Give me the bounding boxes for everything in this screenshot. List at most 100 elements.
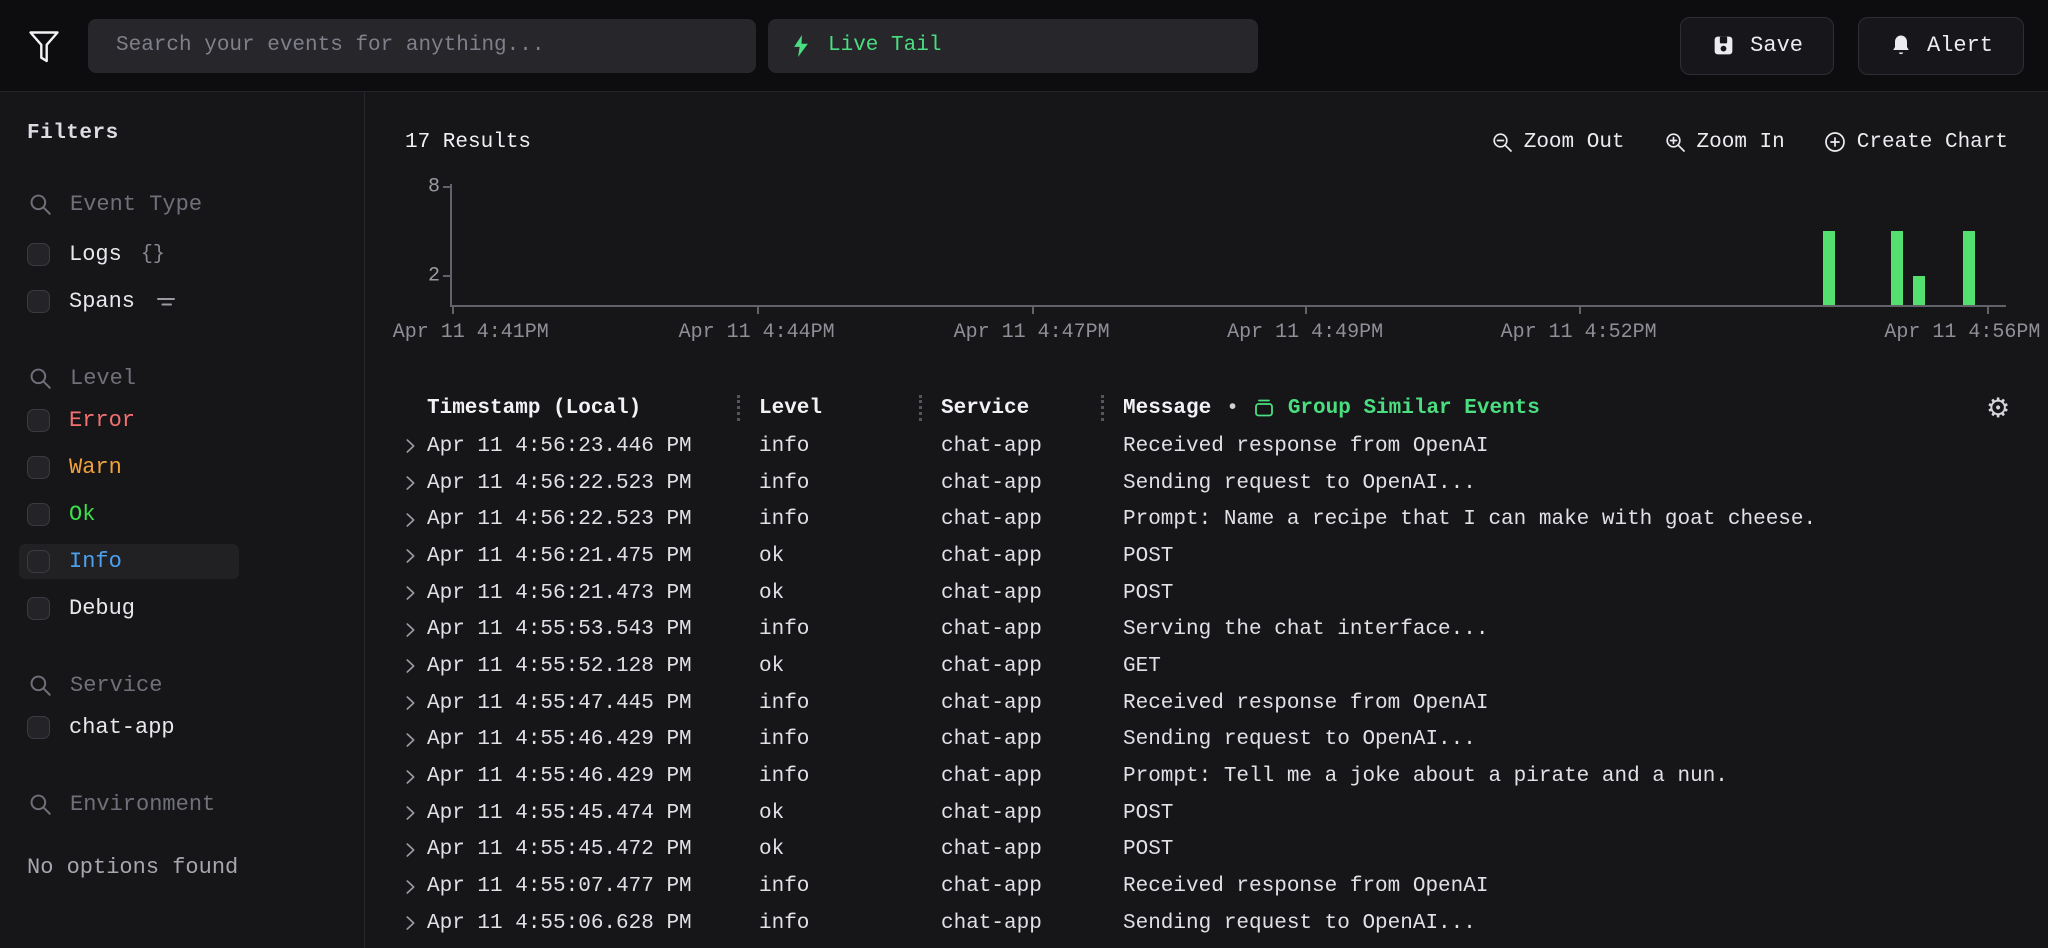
log-row[interactable]: Apr 11 4:56:21.473 PM ok chat-app POST (365, 575, 2048, 612)
log-level: ok (737, 655, 919, 678)
log-row[interactable]: Apr 11 4:55:45.472 PM ok chat-app POST (365, 832, 2048, 869)
log-level: ok (737, 838, 919, 861)
bell-icon (1889, 33, 1913, 59)
filter-option-row[interactable]: Error (19, 403, 239, 438)
filter-option-spans[interactable]: Spans (19, 284, 239, 319)
chart-bar[interactable] (1963, 231, 1975, 305)
save-button[interactable]: Save (1680, 17, 1834, 75)
log-row[interactable]: Apr 11 4:56:22.523 PM info chat-app Send… (365, 465, 2048, 502)
chart-bar[interactable] (1891, 231, 1903, 305)
expand-chevron-icon[interactable] (365, 619, 427, 641)
log-level: info (737, 692, 919, 715)
log-row[interactable]: Apr 11 4:55:46.429 PM info chat-app Prom… (365, 758, 2048, 795)
histogram-plot-area[interactable]: 82Apr 11 4:41PMApr 11 4:44PMApr 11 4:47P… (450, 184, 2006, 307)
results-count: 17 Results (405, 131, 531, 154)
event-type-filter-search[interactable]: Event Type (27, 191, 344, 217)
log-row[interactable]: Apr 11 4:56:21.475 PM ok chat-app POST (365, 538, 2048, 575)
log-row[interactable]: Apr 11 4:56:22.523 PM info chat-app Prom… (365, 501, 2048, 538)
log-row[interactable]: Apr 11 4:56:23.446 PM info chat-app Rece… (365, 428, 2048, 465)
table-settings-button[interactable]: ⚙ (1984, 395, 2048, 422)
column-header-timestamp[interactable]: Timestamp (Local) (427, 388, 737, 428)
expand-chevron-icon[interactable] (365, 582, 427, 604)
expand-chevron-icon[interactable] (365, 472, 427, 494)
log-message: POST (1101, 838, 1984, 861)
checkbox[interactable] (27, 290, 50, 313)
environment-filter-search[interactable]: Environment (27, 791, 344, 817)
column-header-message: Message • Group Similar Events (1101, 388, 1984, 428)
filters-sidebar: Filters Event Type Logs {} Spans (0, 92, 365, 948)
create-chart-button[interactable]: Create Chart (1823, 130, 2008, 154)
log-level: info (737, 508, 919, 531)
checkbox[interactable] (27, 456, 50, 479)
checkbox[interactable] (27, 550, 50, 573)
log-row[interactable]: Apr 11 4:55:45.474 PM ok chat-app POST (365, 795, 2048, 832)
log-timestamp: Apr 11 4:55:46.429 PM (427, 728, 737, 751)
column-header-service[interactable]: Service (919, 388, 1101, 428)
log-service: chat-app (919, 508, 1101, 531)
column-header-level[interactable]: Level (737, 388, 919, 428)
main-panel: 17 Results Zoom Out (365, 92, 2048, 948)
log-row[interactable]: Apr 11 4:55:46.429 PM info chat-app Send… (365, 722, 2048, 759)
filter-option-row[interactable]: Ok (19, 497, 239, 532)
log-level: info (737, 618, 919, 641)
level-filter-search[interactable]: Level (27, 365, 344, 391)
log-timestamp: Apr 11 4:56:21.475 PM (427, 545, 737, 568)
log-message: Received response from OpenAI (1101, 875, 1984, 898)
chart-bar[interactable] (1823, 231, 1835, 305)
expand-chevron-icon[interactable] (365, 545, 427, 567)
filter-option-row[interactable]: chat-app (19, 710, 239, 745)
x-axis-tick-mark (757, 305, 759, 314)
filter-option-row[interactable]: Info (19, 544, 239, 579)
expand-chevron-icon[interactable] (365, 655, 427, 677)
log-row[interactable]: Apr 11 4:55:53.543 PM info chat-app Serv… (365, 611, 2048, 648)
expand-chevron-icon[interactable] (365, 766, 427, 788)
log-row[interactable]: Apr 11 4:55:07.477 PM info chat-app Rece… (365, 868, 2048, 905)
filter-funnel-icon[interactable] (24, 26, 64, 66)
y-axis-tick-label: 8 (428, 175, 440, 198)
x-axis-tick-label: Apr 11 4:47PM (954, 321, 1110, 344)
log-timestamp: Apr 11 4:55:45.472 PM (427, 838, 737, 861)
checkbox[interactable] (27, 716, 50, 739)
zoom-in-button[interactable]: Zoom In (1663, 130, 1785, 154)
x-axis-tick-label: Apr 11 4:49PM (1227, 321, 1383, 344)
message-header-label[interactable]: Message (1123, 397, 1211, 420)
filter-option-row[interactable]: Debug (19, 591, 239, 626)
group-similar-events-button[interactable]: Group Similar Events (1252, 396, 1540, 420)
checkbox[interactable] (27, 243, 50, 266)
expand-chevron-icon[interactable] (365, 876, 427, 898)
filter-option-logs[interactable]: Logs {} (19, 237, 239, 272)
log-service: chat-app (919, 472, 1101, 495)
log-row[interactable]: Apr 11 4:55:52.128 PM ok chat-app GET (365, 648, 2048, 685)
zoom-in-label: Zoom In (1697, 131, 1785, 154)
events-histogram[interactable]: 82Apr 11 4:41PMApr 11 4:44PMApr 11 4:47P… (450, 184, 2006, 342)
log-row[interactable]: Apr 11 4:55:06.628 PM info chat-app Send… (365, 905, 2048, 942)
checkbox[interactable] (27, 597, 50, 620)
log-timestamp: Apr 11 4:55:47.445 PM (427, 692, 737, 715)
chart-bar[interactable] (1913, 276, 1925, 306)
service-filter-options: chat-app (27, 710, 344, 745)
search-input[interactable] (114, 33, 730, 58)
expand-chevron-icon[interactable] (365, 509, 427, 531)
x-axis-tick-label: Apr 11 4:44PM (679, 321, 835, 344)
zoom-out-button[interactable]: Zoom Out (1490, 130, 1625, 154)
alert-button[interactable]: Alert (1858, 17, 2024, 75)
level-placeholder: Level (70, 366, 136, 391)
filter-option-row[interactable]: Warn (19, 450, 239, 485)
expand-chevron-icon[interactable] (365, 912, 427, 934)
expand-chevron-icon[interactable] (365, 802, 427, 824)
live-tail-label: Live Tail (828, 34, 941, 57)
checkbox[interactable] (27, 503, 50, 526)
expand-chevron-icon[interactable] (365, 729, 427, 751)
checkbox[interactable] (27, 409, 50, 432)
expand-chevron-icon[interactable] (365, 435, 427, 457)
log-service: chat-app (919, 692, 1101, 715)
log-service: chat-app (919, 838, 1101, 861)
search-bar[interactable] (88, 19, 756, 73)
expand-chevron-icon[interactable] (365, 692, 427, 714)
log-row[interactable]: Apr 11 4:55:47.445 PM info chat-app Rece… (365, 685, 2048, 722)
results-toolbar: 17 Results Zoom Out (365, 92, 2048, 154)
service-filter-search[interactable]: Service (27, 672, 344, 698)
live-tail-button[interactable]: Live Tail (768, 19, 1258, 73)
log-timestamp: Apr 11 4:56:23.446 PM (427, 435, 737, 458)
expand-chevron-icon[interactable] (365, 839, 427, 861)
